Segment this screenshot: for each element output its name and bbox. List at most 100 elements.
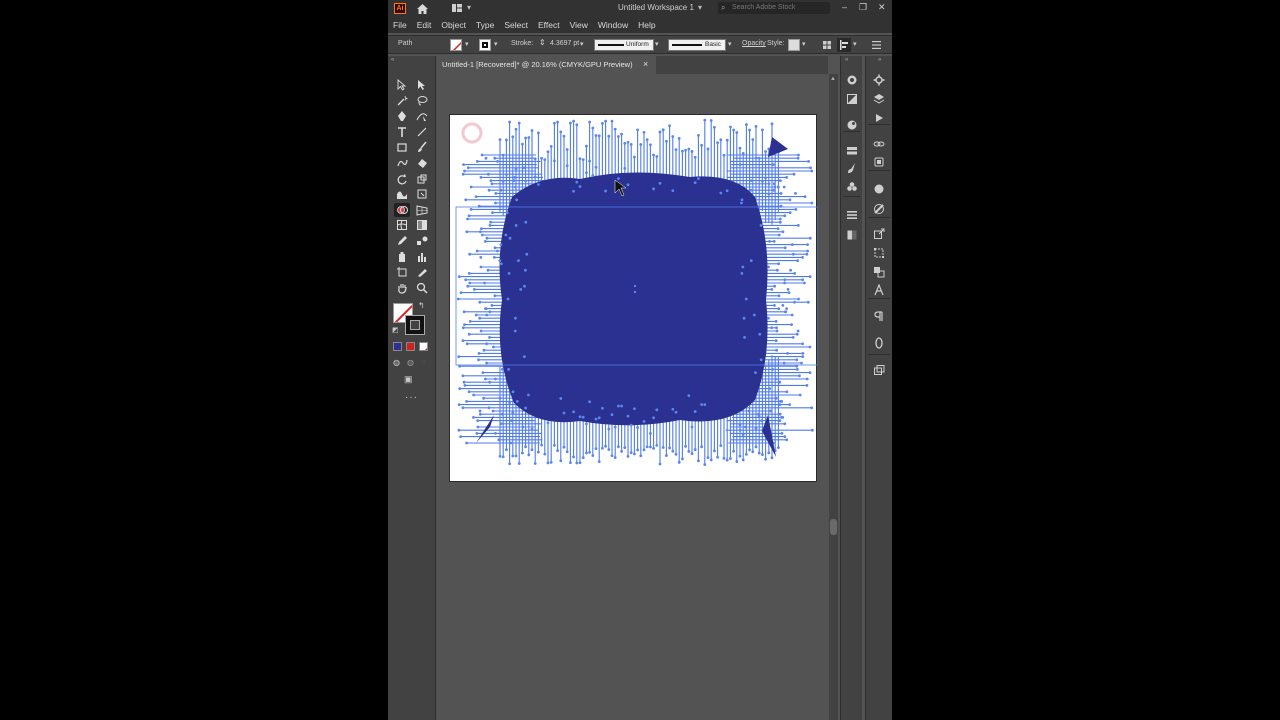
chevron-down-icon[interactable]: ▾ [698, 3, 702, 12]
stroke-panel-icon[interactable] [873, 202, 885, 214]
close-window-button[interactable]: ✕ [878, 2, 886, 13]
properties-icon[interactable] [873, 73, 885, 86]
brush-definition[interactable]: Basic [668, 39, 726, 51]
close-tab-icon[interactable]: × [643, 59, 648, 69]
home-icon[interactable] [416, 2, 429, 15]
artboard-icon[interactable] [394, 265, 410, 279]
symbol-sprayer-icon[interactable] [394, 250, 410, 264]
opentype-icon[interactable] [873, 336, 885, 349]
align-icon[interactable] [846, 208, 858, 220]
variable-width-profile[interactable]: Uniform [594, 39, 654, 51]
chevron-down-icon[interactable]: ▾ [467, 3, 471, 12]
slice-icon[interactable] [414, 265, 430, 279]
draw-normal-icon[interactable]: ◍ [393, 358, 400, 367]
layers-icon[interactable] [873, 92, 885, 104]
menu-edit[interactable]: Edit [417, 20, 432, 30]
default-colors-icon[interactable]: ◩ [392, 326, 399, 334]
gradient-panel-icon[interactable] [846, 92, 858, 104]
free-transform-icon[interactable] [414, 187, 430, 201]
swatches-icon[interactable] [846, 144, 858, 156]
stepper-icon[interactable]: ⇕ [539, 38, 546, 47]
links-icon[interactable] [873, 137, 885, 149]
eyedropper-icon[interactable] [394, 234, 410, 248]
vertical-scrollbar[interactable]: ▲ [829, 74, 838, 720]
gradient-icon[interactable] [414, 218, 430, 232]
chevron-down-icon[interactable]: ▾ [580, 40, 584, 48]
chevron-down-icon[interactable]: ▾ [728, 40, 732, 48]
document-tab[interactable]: Untitled-1 [Recovered]* @ 20.16% (CMYK/G… [436, 56, 656, 74]
export-icon[interactable] [873, 227, 885, 239]
transparency-icon[interactable] [846, 228, 858, 240]
chevron-down-icon[interactable]: ▾ [494, 40, 498, 48]
mesh-icon[interactable] [394, 218, 410, 232]
workspace-switcher[interactable]: Untitled Workspace 1 [618, 3, 694, 12]
menu-view[interactable]: View [570, 20, 588, 30]
menu-window[interactable]: Window [598, 20, 628, 30]
arrange-documents-icon[interactable] [452, 4, 462, 12]
transform-icon[interactable] [873, 246, 885, 258]
scroll-up-icon[interactable]: ▲ [830, 76, 836, 82]
scale-icon[interactable] [414, 172, 430, 186]
menu-select[interactable]: Select [504, 20, 528, 30]
blend-icon[interactable] [414, 234, 430, 248]
menu-effect[interactable]: Effect [538, 20, 560, 30]
shaper-icon[interactable] [394, 156, 410, 170]
dark-blue-shape[interactable] [499, 172, 768, 426]
hand-icon[interactable] [394, 281, 410, 295]
chevron-down-icon[interactable]: ▾ [802, 40, 806, 48]
opacity-link[interactable]: Opacity [742, 40, 766, 47]
graphic-styles-icon[interactable] [873, 182, 885, 194]
stroke-color-box[interactable] [405, 315, 425, 335]
gradient-mode-icon[interactable] [406, 342, 415, 351]
graphic-style-swatch[interactable] [788, 39, 800, 51]
chevron-down-icon[interactable]: ▾ [853, 40, 857, 48]
warp-icon[interactable] [394, 187, 410, 201]
collapse-icon[interactable]: « [391, 57, 394, 63]
color-mode-icon[interactable] [393, 342, 402, 351]
paintbrush-icon[interactable] [414, 140, 430, 154]
restore-button[interactable]: ❐ [859, 2, 867, 13]
type-icon[interactable] [394, 125, 410, 139]
lasso-icon[interactable] [414, 94, 430, 108]
align-toggle[interactable] [837, 38, 851, 52]
canvas-area[interactable] [436, 74, 828, 720]
rotate-icon[interactable] [394, 172, 410, 186]
selection-icon[interactable] [394, 78, 410, 92]
symbols-icon[interactable] [846, 180, 858, 192]
actions-icon[interactable] [873, 111, 885, 123]
menu-type[interactable]: Type [476, 20, 494, 30]
character-icon[interactable] [873, 283, 885, 296]
stroke-swatch[interactable] [479, 39, 491, 51]
brushes-icon[interactable] [846, 161, 858, 173]
minimize-button[interactable]: – [842, 2, 847, 12]
appearance-icon[interactable] [846, 118, 858, 130]
perspective-icon[interactable] [414, 203, 430, 217]
paragraph-icon[interactable] [873, 309, 885, 321]
artwork[interactable] [450, 115, 818, 483]
menu-object[interactable]: Object [441, 20, 466, 30]
color-guide-icon[interactable] [846, 73, 858, 85]
pathfinder-icon[interactable] [873, 265, 885, 278]
draw-behind-icon[interactable]: ◍ [407, 358, 414, 367]
eraser-icon[interactable] [414, 156, 430, 170]
scroll-thumb[interactable] [830, 519, 837, 535]
collapse-icon[interactable]: » [878, 57, 881, 63]
direct-selection-icon[interactable] [414, 78, 430, 92]
shape-builder-icon[interactable] [394, 202, 410, 217]
change-screen-mode-icon[interactable]: ▣ [404, 374, 413, 385]
asset-export-icon[interactable] [873, 363, 885, 375]
chevron-down-icon[interactable]: ▾ [465, 40, 469, 48]
recolor-icon[interactable] [822, 40, 832, 50]
zoom-icon[interactable] [414, 281, 430, 295]
curvature-icon[interactable] [414, 109, 430, 123]
libraries-icon[interactable] [873, 155, 885, 167]
pen-icon[interactable] [394, 109, 410, 123]
fill-swatch[interactable] [450, 39, 462, 51]
column-graph-icon[interactable] [414, 250, 430, 264]
menu-icon[interactable] [872, 41, 881, 49]
edit-toolbar-icon[interactable]: ··· [405, 392, 418, 403]
draw-inside-icon[interactable]: ◌ [421, 358, 426, 367]
stock-search-input[interactable]: ⌕ Search Adobe Stock [718, 2, 830, 14]
stroke-weight-field[interactable]: 4.3697 pt [550, 40, 579, 47]
swap-fill-stroke-icon[interactable]: ↰ [418, 301, 425, 310]
